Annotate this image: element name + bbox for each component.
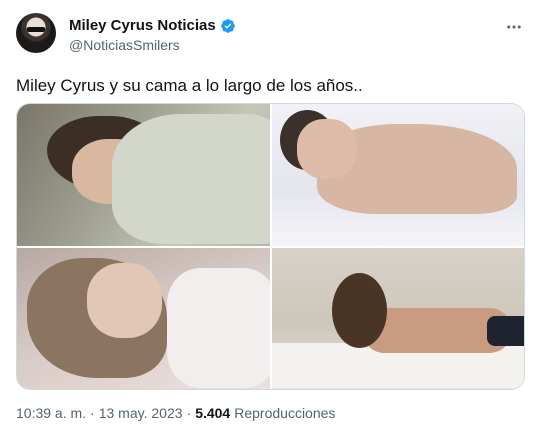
- media-image-1[interactable]: [17, 104, 270, 246]
- media-image-3[interactable]: [17, 247, 270, 389]
- author-display-name[interactable]: Miley Cyrus Noticias: [69, 17, 216, 34]
- views-label: Reproducciones: [234, 405, 336, 421]
- avatar[interactable]: [16, 13, 56, 53]
- image-face-shape: [87, 262, 162, 338]
- verified-badge-icon[interactable]: [220, 18, 236, 34]
- image-blanket-shape: [112, 114, 270, 244]
- tweet-meta: 10:39 a. m. · 13 may. 2023 · 5.404 Repro…: [16, 405, 335, 421]
- meta-separator: ·: [186, 405, 192, 421]
- image-hair-shape: [331, 272, 387, 348]
- avatar-glasses: [27, 27, 45, 32]
- tweet-date[interactable]: 13 may. 2023: [99, 405, 183, 421]
- image-lace-shape: [167, 267, 270, 388]
- media-image-4[interactable]: [271, 247, 524, 389]
- image-face-shape: [296, 119, 357, 179]
- author-name-row: Miley Cyrus Noticias: [69, 17, 236, 34]
- meta-separator: ·: [90, 405, 95, 421]
- media-image-2[interactable]: [271, 104, 524, 246]
- media-grid: [16, 103, 525, 390]
- tweet-time[interactable]: 10:39 a. m.: [16, 405, 86, 421]
- image-shorts-shape: [486, 315, 524, 346]
- tweet-text: Miley Cyrus y su cama a lo largo de los …: [16, 76, 363, 95]
- more-icon[interactable]: [504, 17, 524, 37]
- views-count: 5.404: [195, 405, 231, 421]
- author-handle[interactable]: @NoticiasSmilers: [69, 37, 180, 53]
